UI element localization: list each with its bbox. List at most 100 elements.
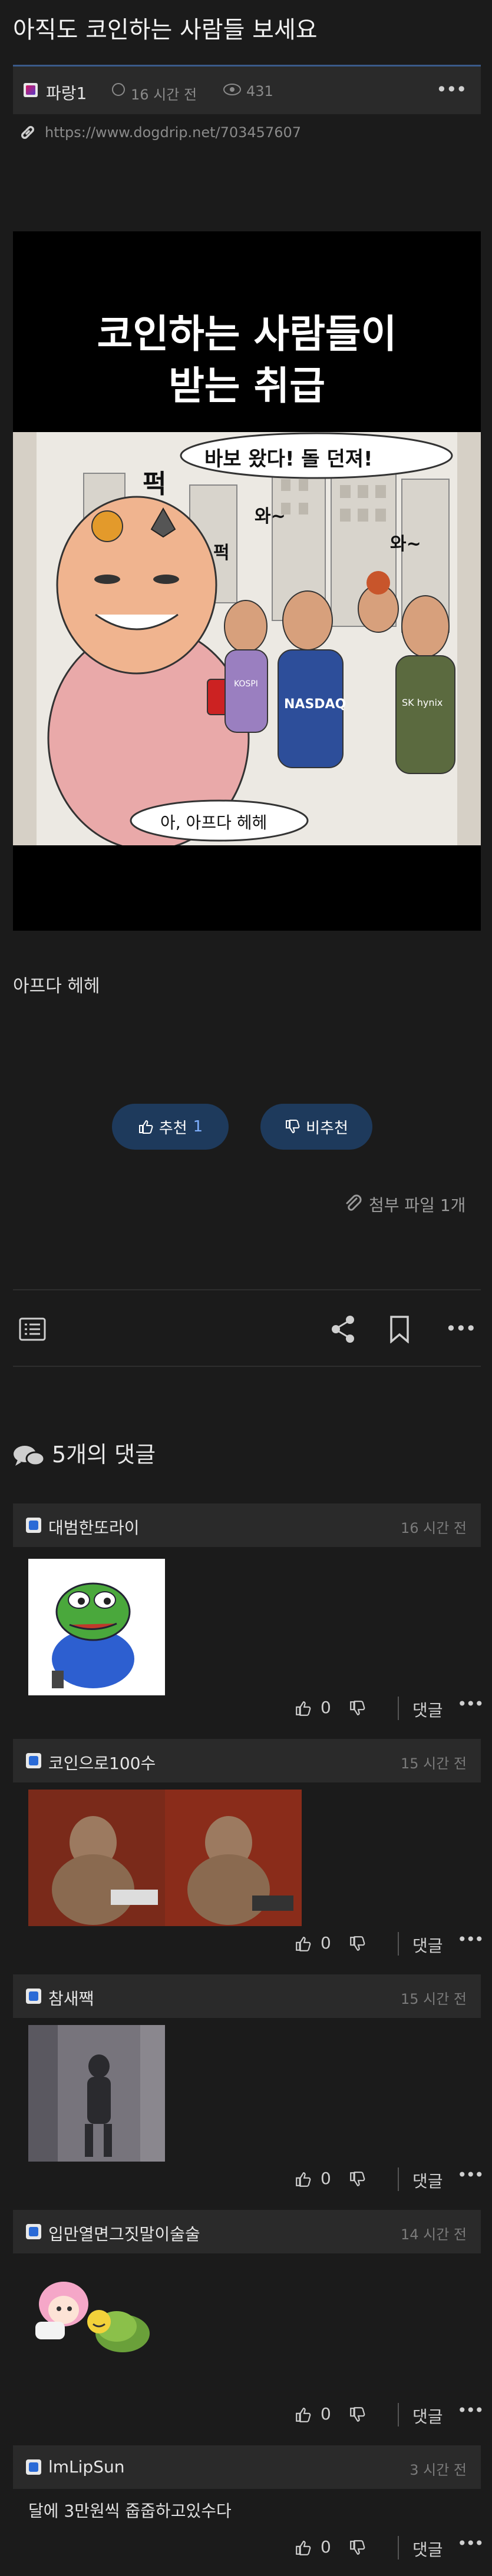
reply-button[interactable]: 댓글 (412, 1698, 443, 1721)
post-body-text: 아프다 헤헤 (13, 976, 100, 997)
comment-image-frog[interactable] (28, 1559, 165, 1695)
shirt-label-nasdaq: NASDAQ (284, 697, 346, 712)
divider (398, 2403, 399, 2426)
comment-more-icon[interactable]: ••• (457, 1930, 484, 1949)
view-count: 431 (246, 83, 273, 99)
level-icon (26, 2459, 41, 2475)
link-icon (21, 126, 34, 139)
sfx-text-1: 퍽 (143, 469, 167, 499)
divider (398, 1932, 399, 1956)
comment-like-count: 0 (321, 2537, 331, 2557)
comment-time: 3 시간 전 (410, 2462, 467, 2478)
comment-like-count: 0 (321, 2169, 331, 2188)
thumbs-down-icon (286, 1120, 300, 1134)
paperclip-icon (346, 1194, 362, 1211)
divider (13, 1366, 481, 1367)
list-icon[interactable] (19, 1317, 46, 1341)
comment-like-count: 0 (321, 2404, 331, 2424)
sfx-text-3: 와~ (255, 506, 286, 527)
thumbs-down-icon[interactable] (349, 1700, 365, 1717)
bubble-top-text: 바보 왔다! 돌 던져! (204, 447, 373, 471)
thumbs-down-icon[interactable] (349, 1936, 365, 1952)
comment-image-monkeys[interactable] (28, 1790, 302, 1926)
comment-image-sparrow[interactable] (28, 2025, 165, 2162)
comment-sticker[interactable] (28, 2275, 165, 2357)
comment-actions: 0 댓글 ••• (295, 1930, 484, 1959)
comment-author[interactable]: 입만열면그짓말이술술 (48, 2222, 200, 2245)
eye-icon (223, 84, 241, 95)
author-name[interactable]: 파랑1 (46, 81, 87, 104)
upvote-count: 1 (193, 1118, 203, 1136)
image-title-line2: 받는 취급 (169, 363, 325, 409)
upvote-button[interactable]: 추천 1 (112, 1104, 229, 1150)
comment-more-icon[interactable]: ••• (457, 2165, 484, 2185)
comic-illustration: 바보 왔다! 돌 던져! 아, 아프다 헤헤 퍽 퍽 와~ 와~ KOSPI N… (13, 432, 481, 845)
divider (13, 1289, 481, 1290)
comment-header: 대범한또라이 16 시간 전 (13, 1503, 481, 1547)
comment-header: 입만열면그짓말이술술 14 시간 전 (13, 2210, 481, 2253)
comment-header: lmLipSun 3 시간 전 (13, 2445, 481, 2489)
sfx-text-4: 와~ (390, 534, 421, 555)
reply-button[interactable]: 댓글 (412, 2169, 443, 2192)
comment-author[interactable]: 대범한또라이 (48, 1515, 140, 1539)
level-icon (24, 83, 38, 97)
post-info-bar: 파랑1 16 시간 전 431 ••• (13, 65, 481, 114)
comment-actions: 0 댓글 ••• (295, 1694, 484, 1724)
comment-header: 코인으로100수 15 시간 전 (13, 1739, 481, 1782)
comment-author[interactable]: 코인으로100수 (48, 1751, 156, 1774)
post-time: 16 시간 전 (131, 87, 197, 103)
clock-icon (112, 83, 125, 96)
comment-time: 15 시간 전 (400, 1991, 467, 2007)
comment-time: 15 시간 전 (400, 1755, 467, 1772)
comment-actions: 0 댓글 ••• (295, 2165, 484, 2195)
comment-actions: 0 댓글 ••• (295, 2401, 484, 2430)
thumbs-down-icon[interactable] (349, 2540, 365, 2556)
thumbs-down-icon[interactable] (349, 2171, 365, 2187)
comment-more-icon[interactable]: ••• (457, 2401, 484, 2420)
bookmark-icon[interactable] (389, 1315, 410, 1343)
comment-author[interactable]: 참새짹 (48, 1986, 94, 2010)
comment-actions: 0 댓글 ••• (295, 2534, 484, 2563)
divider (398, 2536, 399, 2560)
comment-like-count: 0 (321, 1933, 331, 1953)
comment-header: 참새짹 15 시간 전 (13, 1974, 481, 2018)
post-url[interactable]: https://www.dogdrip.net/703457607 (45, 124, 301, 141)
more-tools-icon[interactable]: ••• (445, 1317, 477, 1340)
share-icon[interactable] (330, 1315, 356, 1343)
comments-icon (14, 1446, 45, 1466)
comment-more-icon[interactable]: ••• (457, 1694, 484, 1714)
image-title-line1: 코인하는 사람들이 (97, 311, 397, 357)
downvote-button[interactable]: 비추천 (260, 1104, 372, 1150)
reply-button[interactable]: 댓글 (412, 2537, 443, 2561)
divider (398, 2167, 399, 2191)
sfx-text-2: 퍽 (213, 543, 230, 563)
upvote-label: 추천 (159, 1119, 187, 1137)
level-icon (26, 1518, 41, 1533)
thumbs-down-icon[interactable] (349, 2406, 365, 2423)
thumbs-up-icon (138, 1120, 153, 1134)
comment-author[interactable]: lmLipSun (48, 2457, 124, 2477)
thumbs-up-icon[interactable] (295, 2540, 311, 2556)
bubble-bottom-text: 아, 아프다 헤헤 (160, 813, 268, 832)
post-image: 코인하는 사람들이 받는 취급 바보 왔다! 돌 던져! 아, 아프다 헤헤 퍽… (13, 303, 481, 845)
comments-count-header: 5개의 댓글 (52, 1442, 156, 1468)
comment-time: 14 시간 전 (400, 2226, 467, 2243)
thumbs-up-icon[interactable] (295, 2171, 311, 2187)
level-icon (26, 1989, 41, 2004)
comment-text: 달에 3만원씩 줍줍하고있수다 (28, 2501, 232, 2521)
post-title: 아직도 코인하는 사람들 보세요 (13, 16, 318, 44)
more-options-icon[interactable]: ••• (436, 78, 467, 101)
level-icon (26, 2224, 41, 2239)
comment-more-icon[interactable]: ••• (457, 2534, 484, 2553)
thumbs-up-icon[interactable] (295, 1700, 311, 1717)
comment-time: 16 시간 전 (400, 1520, 467, 1536)
comment-like-count: 0 (321, 1698, 331, 1717)
attachments-link[interactable]: 첨부 파일 1개 (369, 1193, 465, 1216)
divider (398, 1697, 399, 1720)
shirt-label-kospi: KOSPI (234, 679, 258, 689)
thumbs-up-icon[interactable] (295, 1936, 311, 1952)
thumbs-up-icon[interactable] (295, 2406, 311, 2423)
reply-button[interactable]: 댓글 (412, 1933, 443, 1957)
level-icon (26, 1753, 41, 1768)
reply-button[interactable]: 댓글 (412, 2404, 443, 2428)
